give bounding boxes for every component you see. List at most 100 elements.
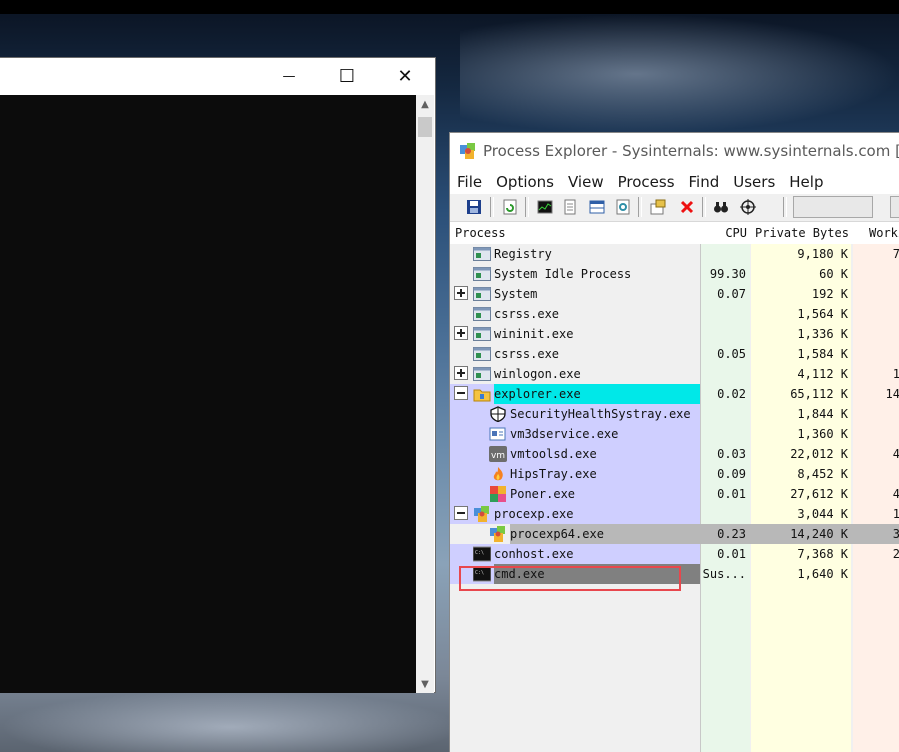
kill-process-button[interactable] [678, 198, 696, 216]
console-scrollbar[interactable]: ▲ ▼ [416, 95, 434, 693]
dll-view-button[interactable] [614, 198, 632, 216]
collapse-node-button[interactable] [454, 506, 468, 520]
close-button[interactable]: ✕ [376, 58, 434, 94]
memory-usage-graph[interactable] [890, 196, 899, 218]
process-row[interactable]: C:\ conhost.exe 0.01 7,368 K 2 [450, 544, 899, 564]
toolbar-separator [490, 197, 494, 217]
process-icon [473, 346, 491, 362]
maximize-button[interactable]: ☐ [318, 58, 376, 94]
shield-icon [489, 406, 507, 423]
working-set-value: 4 [853, 444, 899, 464]
process-row[interactable]: Poner.exe 0.01 27,612 K 4 [450, 484, 899, 504]
cpu-graph-icon [537, 200, 553, 214]
menu-find[interactable]: Find [682, 169, 727, 194]
desktop-sky [0, 0, 899, 14]
column-header-private-bytes[interactable]: Private Bytes [751, 222, 855, 244]
process-explorer-icon [489, 526, 507, 542]
expand-node-button[interactable] [454, 366, 468, 380]
lower-pane-button[interactable] [588, 198, 606, 216]
console-titlebar[interactable]: — ☐ ✕ [0, 58, 434, 95]
scrollbar-thumb[interactable] [418, 117, 432, 137]
working-set-value [853, 404, 899, 424]
process-row[interactable]: SecurityHealthSystray.exe 1,844 K [450, 404, 899, 424]
console-window[interactable]: — ☐ ✕ ▲ ▼ [0, 57, 436, 693]
cpu-value: 0.01 [717, 547, 746, 561]
menu-users[interactable]: Users [726, 169, 782, 194]
private-bytes-value: 14,240 K [790, 527, 848, 541]
properties-button[interactable] [561, 198, 579, 216]
cpu-value: 0.07 [717, 287, 746, 301]
menu-process[interactable]: Process [611, 169, 682, 194]
private-bytes-value: 4,112 K [797, 367, 848, 381]
working-set-value [853, 304, 899, 324]
menu-help[interactable]: Help [782, 169, 830, 194]
private-bytes-value: 7,368 K [797, 547, 848, 561]
menu-view[interactable]: View [561, 169, 611, 194]
working-set-value [853, 324, 899, 344]
private-bytes-value: 8,452 K [797, 467, 848, 481]
save-button[interactable] [465, 198, 483, 216]
private-bytes-value: 1,336 K [797, 327, 848, 341]
private-bytes-value: 22,012 K [790, 447, 848, 461]
process-name: csrss.exe [494, 347, 560, 361]
find-window-button[interactable] [739, 198, 757, 216]
window-icon [589, 200, 605, 214]
refresh-button[interactable] [501, 198, 519, 216]
expand-node-button[interactable] [454, 326, 468, 340]
handles-button[interactable] [649, 198, 667, 216]
process-icon [473, 366, 491, 382]
process-row[interactable]: System Idle Process 99.30 60 K [450, 264, 899, 284]
procexp-titlebar[interactable]: Process Explorer - Sysinternals: www.sys… [450, 133, 899, 169]
process-row[interactable]: csrss.exe 1,564 K [450, 304, 899, 324]
column-header-process[interactable]: Process [455, 222, 506, 244]
process-row[interactable]: Registry 9,180 K 7 [450, 244, 899, 264]
process-row[interactable]: vm3dservice.exe 1,360 K [450, 424, 899, 444]
private-bytes-value: 9,180 K [797, 247, 848, 261]
process-explorer-window[interactable]: Process Explorer - Sysinternals: www.sys… [449, 132, 899, 752]
process-icon [473, 306, 491, 322]
process-row[interactable]: wininit.exe 1,336 K [450, 324, 899, 344]
find-dll-icon [616, 199, 630, 215]
process-icon [473, 246, 491, 262]
desktop-wallpaper-cloud [460, 14, 899, 134]
private-bytes-value: 1,564 K [797, 307, 848, 321]
private-bytes-value: 1,844 K [797, 407, 848, 421]
cpu-value: 0.05 [717, 347, 746, 361]
system-info-button[interactable] [536, 198, 554, 216]
process-row[interactable]: explorer.exe 0.02 65,112 K 14 [450, 384, 899, 404]
expand-node-button[interactable] [454, 286, 468, 300]
process-row[interactable]: csrss.exe 0.05 1,584 K [450, 344, 899, 364]
scroll-up-arrow-icon[interactable]: ▲ [416, 95, 434, 113]
find-button[interactable] [712, 198, 730, 216]
process-row[interactable]: vm vmtoolsd.exe 0.03 22,012 K 4 [450, 444, 899, 464]
working-set-value [853, 284, 899, 304]
private-bytes-value: 3,044 K [797, 507, 848, 521]
console-output-area[interactable] [0, 95, 416, 693]
svg-text:C:\: C:\ [475, 550, 484, 556]
toolbar-separator [702, 197, 706, 217]
menu-options[interactable]: Options [489, 169, 561, 194]
cpu-value [700, 424, 746, 444]
menu-file[interactable]: File [450, 169, 489, 194]
process-row[interactable]: System 0.07 192 K [450, 284, 899, 304]
process-row[interactable]: procexp64.exe 0.23 14,240 K 3 [450, 524, 899, 544]
column-header-cpu[interactable]: CPU [700, 222, 747, 244]
process-explorer-icon [473, 506, 491, 522]
process-name: csrss.exe [494, 307, 560, 321]
minimize-button[interactable]: — [260, 58, 318, 94]
column-header: Process CPU Private Bytes Worki [450, 222, 899, 244]
process-icon [473, 286, 491, 302]
column-header-working-set[interactable]: Worki [853, 222, 899, 244]
private-bytes-value: 65,112 K [790, 387, 848, 401]
process-icon [473, 266, 491, 282]
process-row[interactable]: HipsTray.exe 0.09 8,452 K [450, 464, 899, 484]
working-set-value [853, 564, 899, 584]
process-row[interactable]: procexp.exe 3,044 K 1 [450, 504, 899, 524]
process-row[interactable]: winlogon.exe 4,112 K 1 [450, 364, 899, 384]
process-explorer-app-icon [460, 143, 475, 159]
flame-icon [489, 466, 507, 482]
cpu-usage-graph[interactable] [793, 196, 873, 218]
scroll-down-arrow-icon[interactable]: ▼ [416, 675, 434, 693]
process-name: Poner.exe [510, 487, 576, 501]
collapse-node-button[interactable] [454, 386, 468, 400]
